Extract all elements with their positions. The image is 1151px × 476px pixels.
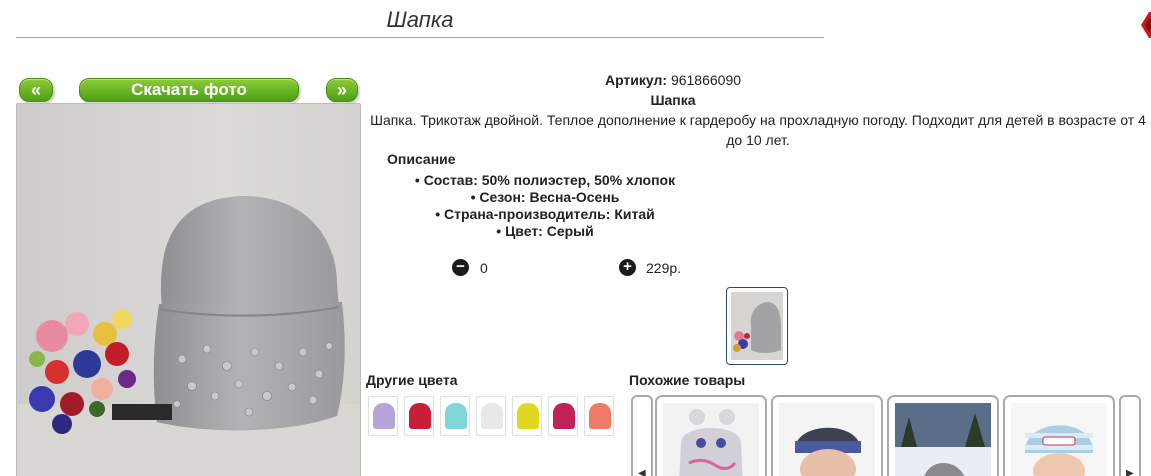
description-title: Описание — [387, 151, 456, 167]
product-description: Шапка. Трикотаж двойной. Теплое дополнен… — [370, 112, 1146, 148]
photo-thumbnail[interactable] — [726, 287, 788, 365]
color-swatch-red[interactable] — [404, 396, 434, 436]
main-product-photo[interactable] — [16, 103, 361, 476]
similar-product-image — [1011, 403, 1107, 476]
plus-circle-icon[interactable]: + — [619, 258, 636, 278]
quantity-value: 0 — [480, 260, 488, 276]
carousel-prev-icon: ◀ — [638, 468, 646, 476]
color-swatch-yellow[interactable] — [512, 396, 542, 436]
color-swatches — [368, 396, 614, 436]
color-swatch-coral[interactable] — [584, 396, 614, 436]
carousel-next-button[interactable]: ▶ — [1119, 395, 1141, 476]
similar-product-image — [895, 403, 991, 476]
prev-photo-button[interactable]: « — [19, 78, 53, 102]
thumbnail-image — [731, 292, 783, 360]
hat-photo-image — [17, 104, 360, 476]
minus-circle-icon[interactable]: − — [452, 258, 469, 278]
similar-product-card[interactable] — [771, 395, 883, 476]
price-value: 229р. — [646, 260, 682, 276]
similar-product-image — [663, 403, 759, 476]
close-icon[interactable] — [1139, 10, 1151, 40]
color-swatch-raspberry[interactable] — [548, 396, 578, 436]
similar-product-card[interactable] — [655, 395, 767, 476]
property-color: Цвет: Серый — [365, 223, 725, 240]
property-season: Сезон: Весна-Осень — [365, 189, 725, 206]
sku-value: 961866090 — [670, 72, 742, 88]
property-country: Страна-производитель: Китай — [365, 206, 725, 223]
properties-list: Состав: 50% полиэстер, 50% хлопок Сезон:… — [365, 172, 725, 240]
sku-label: Артикул: — [604, 72, 668, 88]
similar-product-card[interactable] — [887, 395, 999, 476]
product-details: Артикул: 961866090 Шапка Шапка. Трикотаж… — [365, 70, 1151, 239]
similar-product-card[interactable] — [1003, 395, 1115, 476]
other-colors-title: Другие цвета — [366, 372, 458, 388]
similar-products-title: Похожие товары — [629, 372, 746, 388]
carousel-prev-button[interactable]: ◀ — [631, 395, 653, 476]
color-swatch-lilac[interactable] — [368, 396, 398, 436]
color-swatch-turquoise[interactable] — [440, 396, 470, 436]
sku-line: Артикул: 961866090 — [195, 70, 1151, 90]
similar-product-image — [779, 403, 875, 476]
property-composition: Состав: 50% полиэстер, 50% хлопок — [365, 172, 725, 189]
page-title: Шапка — [16, 6, 824, 38]
color-swatch-white[interactable] — [476, 396, 506, 436]
carousel-next-icon: ▶ — [1126, 468, 1134, 476]
product-name: Шапка — [650, 92, 696, 108]
